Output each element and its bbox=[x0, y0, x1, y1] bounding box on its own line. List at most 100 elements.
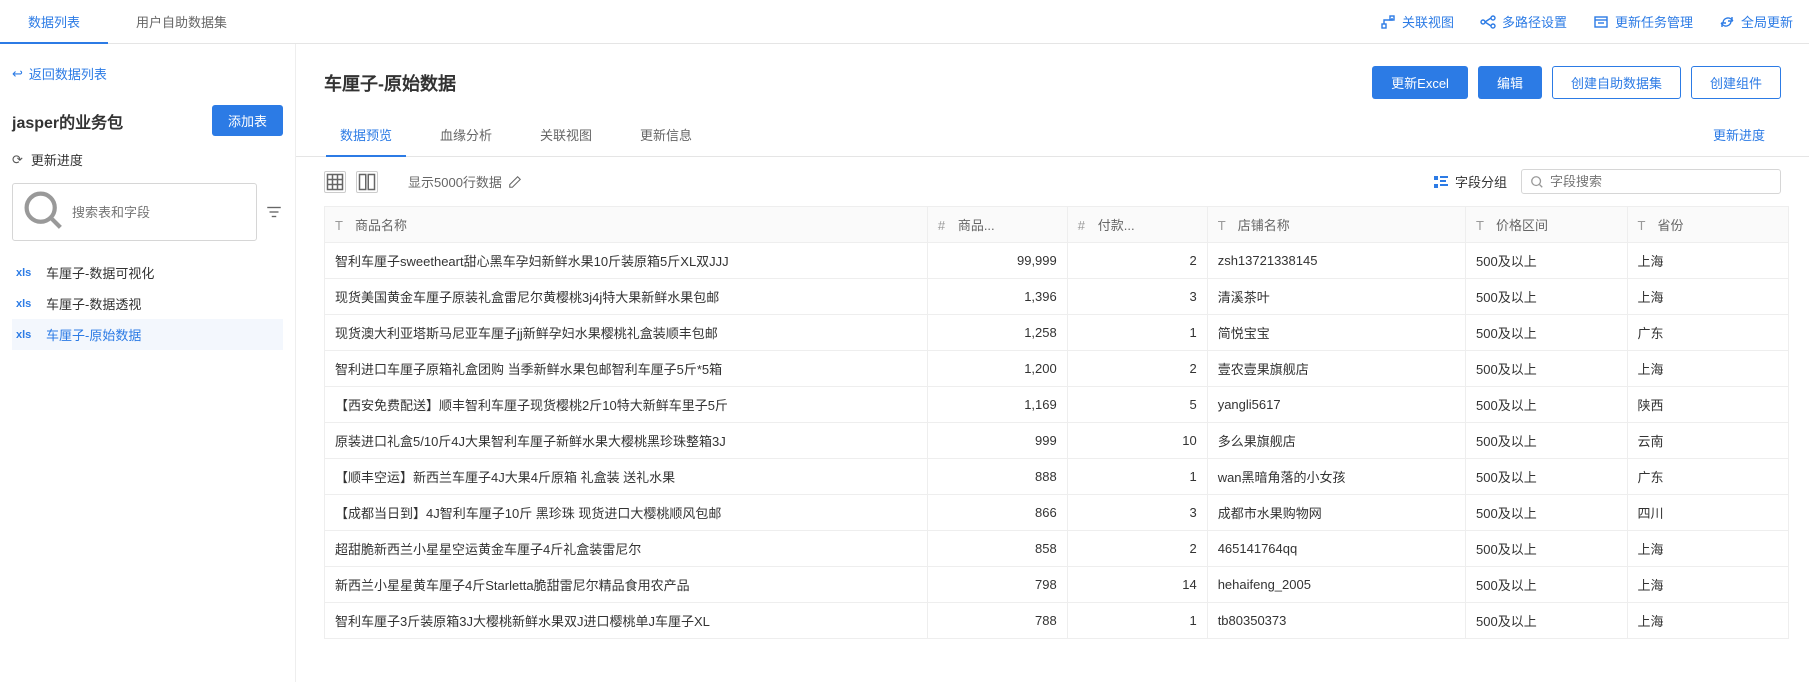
cell: 788 bbox=[927, 603, 1067, 639]
cell: 新西兰小星星黄车厘子4斤Starletta脆甜雷尼尔精品食用农产品 bbox=[325, 567, 928, 603]
refresh-icon: ⟳ bbox=[12, 152, 23, 168]
cell: 888 bbox=[927, 459, 1067, 495]
column-header[interactable]: #商品... bbox=[927, 207, 1067, 243]
column-header[interactable]: T省份 bbox=[1627, 207, 1789, 243]
tree-item[interactable]: xls车厘子-数据透视 bbox=[12, 288, 283, 319]
cell: 【顺丰空运】新西兰车厘子4J大果4斤原箱 礼盒装 送礼水果 bbox=[325, 459, 928, 495]
cell: 10 bbox=[1067, 423, 1207, 459]
sub-tab[interactable]: 数据预览 bbox=[316, 113, 416, 156]
field-search[interactable] bbox=[1521, 169, 1781, 194]
cell: 上海 bbox=[1627, 603, 1789, 639]
cell: 500及以上 bbox=[1466, 279, 1627, 315]
sidebar: ↩ 返回数据列表 jasper的业务包 添加表 ⟳ 更新进度 bbox=[0, 44, 296, 682]
update-progress-link[interactable]: ⟳ 更新进度 bbox=[12, 146, 283, 173]
cell: 999 bbox=[927, 423, 1067, 459]
cell: 1,200 bbox=[927, 351, 1067, 387]
tree-item[interactable]: xls车厘子-数据可视化 bbox=[12, 257, 283, 288]
cell: 500及以上 bbox=[1466, 387, 1627, 423]
page-title: 车厘子-原始数据 bbox=[324, 70, 456, 96]
column-header[interactable]: #付款... bbox=[1067, 207, 1207, 243]
column-view-icon[interactable] bbox=[356, 171, 378, 193]
table-row[interactable]: 现货澳大利亚塔斯马尼亚车厘子jj新鲜孕妇水果樱桃礼盒装顺丰包邮1,2581简悦宝… bbox=[325, 315, 1789, 351]
field-group-button[interactable]: 字段分组 bbox=[1433, 172, 1507, 191]
xls-icon: xls bbox=[16, 298, 38, 310]
cell: 上海 bbox=[1627, 567, 1789, 603]
table-row[interactable]: 智利进口车厘子原箱礼盒团购 当季新鲜水果包邮智利车厘子5斤*5箱1,2002壹农… bbox=[325, 351, 1789, 387]
cell: 多么果旗舰店 bbox=[1207, 423, 1465, 459]
cell: 【成都当日到】4J智利车厘子10斤 黑珍珠 现货进口大樱桃顺风包邮 bbox=[325, 495, 928, 531]
search-icon bbox=[21, 188, 66, 236]
table-row[interactable]: 【顺丰空运】新西兰车厘子4J大果4斤原箱 礼盒装 送礼水果8881wan黑暗角落… bbox=[325, 459, 1789, 495]
arrow-left-icon: ↩ bbox=[12, 66, 23, 82]
column-header[interactable]: T价格区间 bbox=[1466, 207, 1627, 243]
update-progress-tab[interactable]: 更新进度 bbox=[1689, 113, 1789, 156]
cell: 广东 bbox=[1627, 315, 1789, 351]
multipath-settings-icon bbox=[1480, 14, 1496, 30]
sub-tab[interactable]: 更新信息 bbox=[616, 113, 716, 156]
cell: 四川 bbox=[1627, 495, 1789, 531]
cell: 500及以上 bbox=[1466, 567, 1627, 603]
type-icon: T bbox=[1218, 218, 1230, 233]
field-search-input[interactable] bbox=[1550, 174, 1772, 189]
cell: 1 bbox=[1067, 315, 1207, 351]
top-tab[interactable]: 数据列表 bbox=[0, 0, 108, 43]
edit-icon[interactable] bbox=[508, 175, 522, 189]
add-table-button[interactable]: 添加表 bbox=[212, 105, 283, 136]
cell: 1,169 bbox=[927, 387, 1067, 423]
table-row[interactable]: 智利车厘子3斤装原箱3J大樱桃新鲜水果双J进口樱桃单J车厘子XL7881tb80… bbox=[325, 603, 1789, 639]
cell: 现货澳大利亚塔斯马尼亚车厘子jj新鲜孕妇水果樱桃礼盒装顺丰包邮 bbox=[325, 315, 928, 351]
tree-item[interactable]: xls车厘子-原始数据 bbox=[12, 319, 283, 350]
cell: 上海 bbox=[1627, 531, 1789, 567]
cell: 广东 bbox=[1627, 459, 1789, 495]
relation-view-button[interactable]: 关联视图 bbox=[1380, 12, 1454, 31]
cell: 500及以上 bbox=[1466, 495, 1627, 531]
xls-icon: xls bbox=[16, 267, 38, 279]
cell: 500及以上 bbox=[1466, 459, 1627, 495]
sub-tab[interactable]: 关联视图 bbox=[516, 113, 616, 156]
column-header[interactable]: T商品名称 bbox=[325, 207, 928, 243]
main-button[interactable]: 编辑 bbox=[1478, 66, 1542, 99]
sidebar-search-input[interactable] bbox=[72, 205, 248, 220]
cell: hehaifeng_2005 bbox=[1207, 567, 1465, 603]
table-row[interactable]: 新西兰小星星黄车厘子4斤Starletta脆甜雷尼尔精品食用农产品79814he… bbox=[325, 567, 1789, 603]
cell: 1,396 bbox=[927, 279, 1067, 315]
table-row[interactable]: 原装进口礼盒5/10斤4J大果智利车厘子新鲜水果大樱桃黑珍珠整箱3J99910多… bbox=[325, 423, 1789, 459]
table-row[interactable]: 现货美国黄金车厘子原装礼盒雷尼尔黄樱桃3j4j特大果新鲜水果包邮1,3963清溪… bbox=[325, 279, 1789, 315]
table-row[interactable]: 【成都当日到】4J智利车厘子10斤 黑珍珠 现货进口大樱桃顺风包邮8663成都市… bbox=[325, 495, 1789, 531]
global-update-icon bbox=[1719, 14, 1735, 30]
cell: 99,999 bbox=[927, 243, 1067, 279]
cell: 上海 bbox=[1627, 279, 1789, 315]
cell: zsh13721338145 bbox=[1207, 243, 1465, 279]
cell: 5 bbox=[1067, 387, 1207, 423]
table-row[interactable]: 智利车厘子sweetheart甜心黑车孕妇新鲜水果10斤装原箱5斤XL双JJJ9… bbox=[325, 243, 1789, 279]
cell: 超甜脆新西兰小星星空运黄金车厘子4斤礼盒装雷尼尔 bbox=[325, 531, 928, 567]
cell: 866 bbox=[927, 495, 1067, 531]
relation-view-icon bbox=[1380, 14, 1396, 30]
global-update-button[interactable]: 全局更新 bbox=[1719, 12, 1793, 31]
sub-tab[interactable]: 血缘分析 bbox=[416, 113, 516, 156]
multipath-settings-button[interactable]: 多路径设置 bbox=[1480, 12, 1567, 31]
table-view-icon[interactable] bbox=[324, 171, 346, 193]
cell: 2 bbox=[1067, 531, 1207, 567]
return-link[interactable]: ↩ 返回数据列表 bbox=[12, 58, 283, 89]
column-header[interactable]: T店铺名称 bbox=[1207, 207, 1465, 243]
cell: 成都市水果购物网 bbox=[1207, 495, 1465, 531]
filter-icon[interactable] bbox=[265, 203, 283, 221]
update-task-mgmt-button[interactable]: 更新任务管理 bbox=[1593, 12, 1693, 31]
cell: 智利进口车厘子原箱礼盒团购 当季新鲜水果包邮智利车厘子5斤*5箱 bbox=[325, 351, 928, 387]
main-button[interactable]: 更新Excel bbox=[1372, 66, 1468, 99]
main-button[interactable]: 创建自助数据集 bbox=[1552, 66, 1681, 99]
table-row[interactable]: 超甜脆新西兰小星星空运黄金车厘子4斤礼盒装雷尼尔8582465141764qq5… bbox=[325, 531, 1789, 567]
cell: 简悦宝宝 bbox=[1207, 315, 1465, 351]
row-count[interactable]: 显示5000行数据 bbox=[408, 172, 522, 191]
package-title: jasper的业务包 bbox=[12, 109, 123, 133]
cell: 3 bbox=[1067, 279, 1207, 315]
table-row[interactable]: 【西安免费配送】顺丰智利车厘子现货樱桃2斤10特大新鲜车里子5斤1,1695ya… bbox=[325, 387, 1789, 423]
top-tab[interactable]: 用户自助数据集 bbox=[108, 0, 255, 43]
type-icon: # bbox=[1078, 218, 1090, 233]
main-button[interactable]: 创建组件 bbox=[1691, 66, 1781, 99]
cell: 500及以上 bbox=[1466, 423, 1627, 459]
cell: wan黑暗角落的小女孩 bbox=[1207, 459, 1465, 495]
cell: 1,258 bbox=[927, 315, 1067, 351]
sidebar-search[interactable] bbox=[12, 183, 257, 241]
